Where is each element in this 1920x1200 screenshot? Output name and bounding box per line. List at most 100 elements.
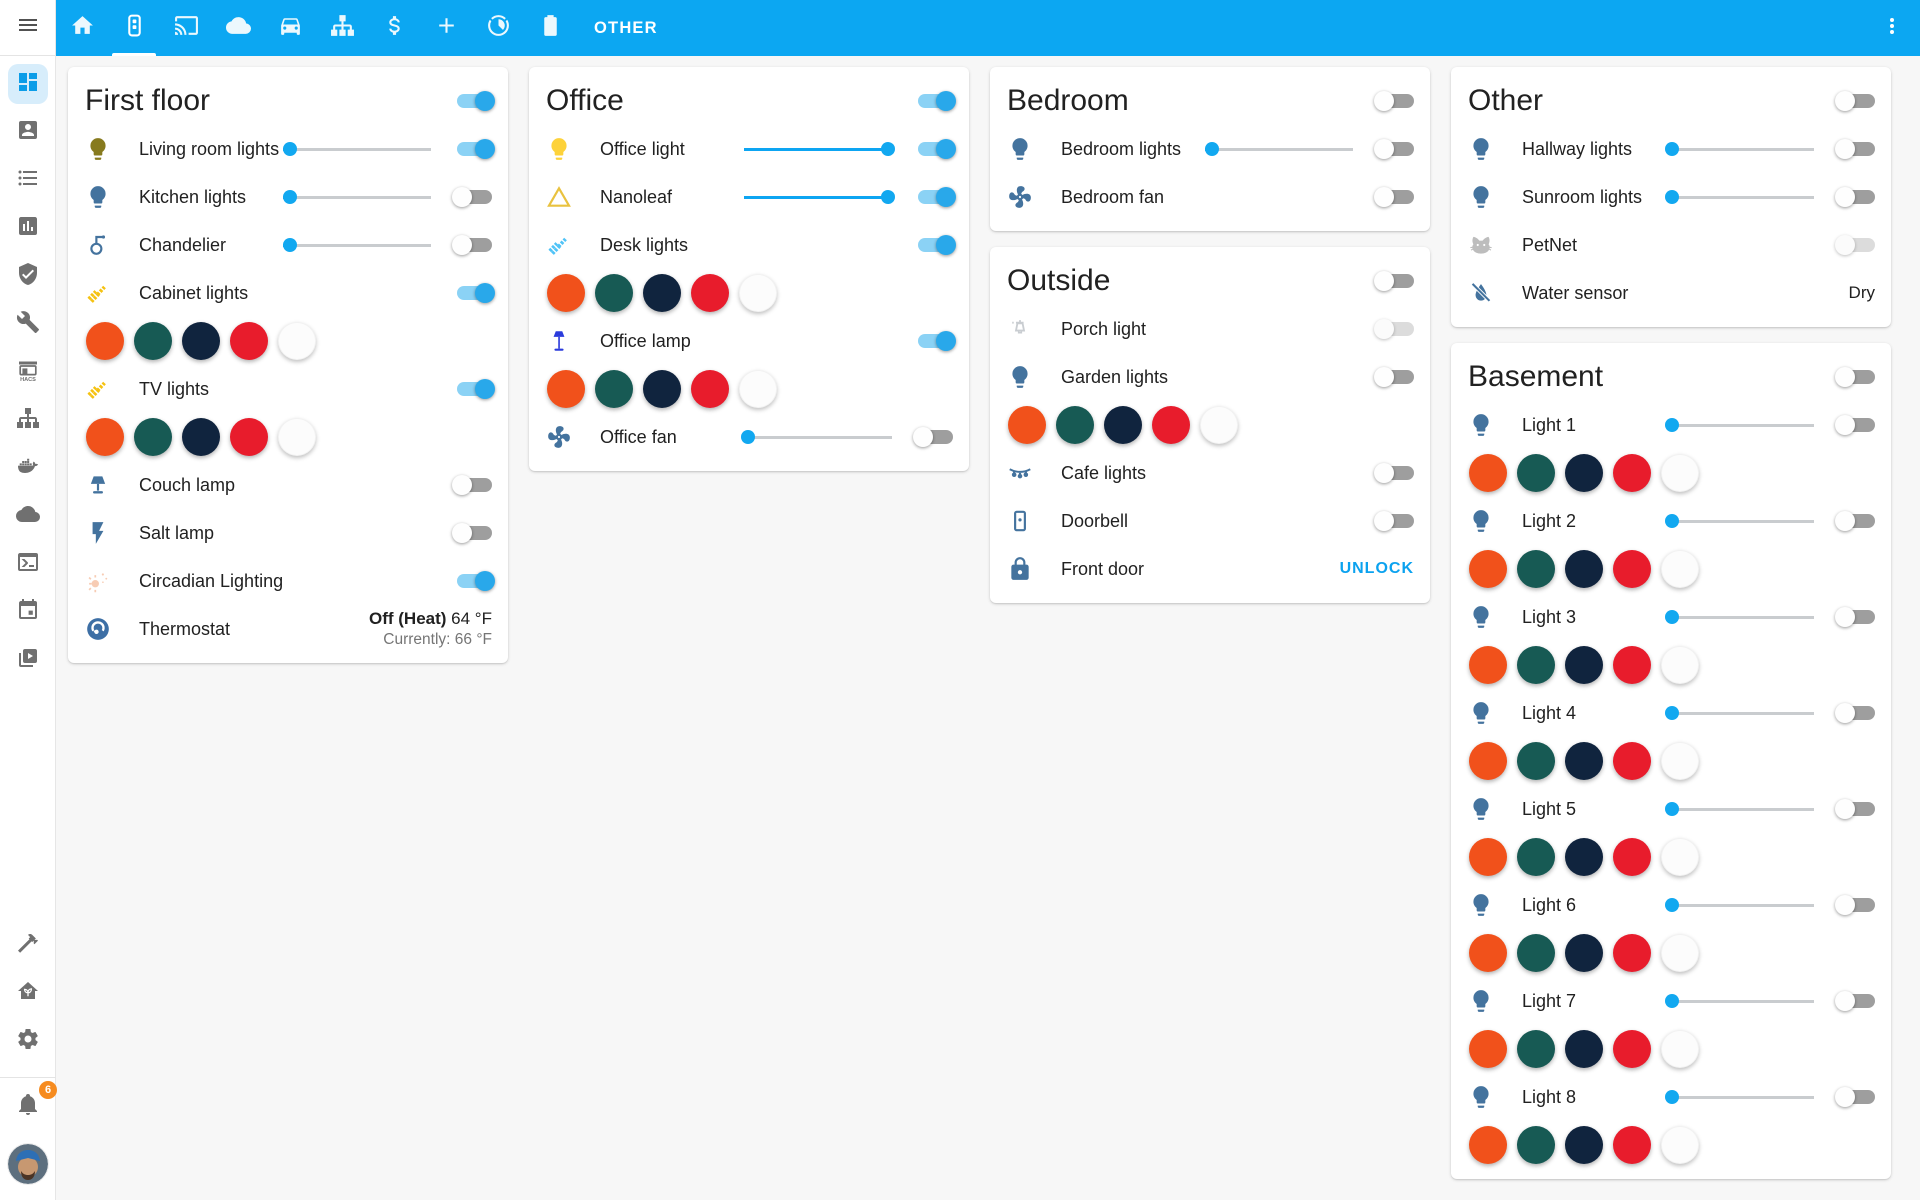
- tab-tablet-remote[interactable]: [108, 0, 160, 56]
- color-swatch-teal[interactable]: [1517, 454, 1555, 492]
- toggle-switch[interactable]: [916, 137, 953, 161]
- color-swatch-red[interactable]: [1152, 406, 1190, 444]
- toggle-switch[interactable]: [455, 137, 492, 161]
- color-swatch-white[interactable]: [1661, 934, 1699, 972]
- color-swatch-navy[interactable]: [1565, 1030, 1603, 1068]
- toggle-switch[interactable]: [1838, 1085, 1875, 1109]
- color-swatch-teal[interactable]: [595, 370, 633, 408]
- sidebar-item-media[interactable]: [8, 640, 48, 680]
- toggle-switch[interactable]: [1838, 233, 1875, 257]
- brightness-slider[interactable]: [1666, 603, 1814, 631]
- brightness-slider[interactable]: [283, 135, 431, 163]
- entity-name[interactable]: TV lights: [139, 379, 455, 400]
- color-swatch-navy[interactable]: [182, 322, 220, 360]
- notifications-button[interactable]: 6: [8, 1086, 48, 1126]
- slider-knob[interactable]: [1665, 1090, 1679, 1104]
- color-swatch-orange[interactable]: [1469, 1030, 1507, 1068]
- sidebar-item-configuration[interactable]: [8, 304, 48, 344]
- color-swatch-red[interactable]: [1613, 934, 1651, 972]
- entity-name[interactable]: Sunroom lights: [1522, 187, 1666, 208]
- color-swatch-orange[interactable]: [1469, 454, 1507, 492]
- entity-name[interactable]: Front door: [1061, 559, 1340, 580]
- sidebar-item-dashboard[interactable]: [8, 64, 48, 104]
- brightness-slider[interactable]: [1666, 1083, 1814, 1111]
- entity-name[interactable]: Water sensor: [1522, 283, 1849, 304]
- color-swatch-teal[interactable]: [1517, 742, 1555, 780]
- sidebar-item-network[interactable]: [8, 400, 48, 440]
- tab-sitemap[interactable]: [316, 0, 368, 56]
- toggle-switch[interactable]: [455, 281, 492, 305]
- slider-knob[interactable]: [1665, 514, 1679, 528]
- color-swatch-white[interactable]: [1661, 550, 1699, 588]
- toggle-switch[interactable]: [1377, 185, 1414, 209]
- toggle-switch[interactable]: [455, 521, 492, 545]
- entity-name[interactable]: Office fan: [600, 427, 744, 448]
- card-toggle[interactable]: [1377, 269, 1414, 293]
- tab-cloud[interactable]: [212, 0, 264, 56]
- color-swatch-orange[interactable]: [86, 322, 124, 360]
- color-swatch-navy[interactable]: [1565, 838, 1603, 876]
- color-swatch-white[interactable]: [739, 370, 777, 408]
- color-swatch-navy[interactable]: [1565, 742, 1603, 780]
- entity-name[interactable]: Light 8: [1522, 1087, 1666, 1108]
- color-swatch-red[interactable]: [230, 418, 268, 456]
- color-swatch-teal[interactable]: [1056, 406, 1094, 444]
- toggle-switch[interactable]: [1377, 461, 1414, 485]
- card-toggle[interactable]: [1838, 89, 1875, 113]
- entity-name[interactable]: Couch lamp: [139, 475, 455, 496]
- entity-name[interactable]: Light 2: [1522, 511, 1666, 532]
- card-toggle[interactable]: [916, 89, 953, 113]
- sidebar-menu-button[interactable]: [0, 0, 55, 56]
- entity-name[interactable]: Hallway lights: [1522, 139, 1666, 160]
- color-swatch-red[interactable]: [1613, 646, 1651, 684]
- card-toggle[interactable]: [455, 89, 492, 113]
- slider-knob[interactable]: [1665, 802, 1679, 816]
- brightness-slider[interactable]: [744, 423, 892, 451]
- color-swatch-navy[interactable]: [1565, 1126, 1603, 1164]
- unlock-button[interactable]: UNLOCK: [1340, 560, 1414, 578]
- color-swatch-white[interactable]: [1661, 454, 1699, 492]
- entity-name[interactable]: Living room lights: [139, 139, 283, 160]
- sidebar-item-logbook[interactable]: [8, 160, 48, 200]
- color-swatch-red[interactable]: [1613, 1030, 1651, 1068]
- sidebar-item-history[interactable]: [8, 208, 48, 248]
- color-swatch-orange[interactable]: [1469, 646, 1507, 684]
- entity-name[interactable]: PetNet: [1522, 235, 1838, 256]
- slider-knob[interactable]: [1665, 142, 1679, 156]
- color-swatch-red[interactable]: [691, 274, 729, 312]
- card-toggle[interactable]: [1838, 365, 1875, 389]
- color-swatch-red[interactable]: [1613, 454, 1651, 492]
- entity-name[interactable]: Office light: [600, 139, 744, 160]
- color-swatch-teal[interactable]: [1517, 550, 1555, 588]
- entity-name[interactable]: Circadian Lighting: [139, 571, 455, 592]
- color-swatch-red[interactable]: [1613, 742, 1651, 780]
- slider-knob[interactable]: [283, 238, 297, 252]
- color-swatch-white[interactable]: [1661, 838, 1699, 876]
- sidebar-item-account[interactable]: [8, 112, 48, 152]
- brightness-slider[interactable]: [1666, 891, 1814, 919]
- toggle-switch[interactable]: [1838, 185, 1875, 209]
- slider-knob[interactable]: [1665, 706, 1679, 720]
- toggle-switch[interactable]: [916, 233, 953, 257]
- slider-knob[interactable]: [741, 430, 755, 444]
- color-swatch-orange[interactable]: [1469, 838, 1507, 876]
- entity-name[interactable]: Light 5: [1522, 799, 1666, 820]
- entity-name[interactable]: Light 6: [1522, 895, 1666, 916]
- entity-name[interactable]: Thermostat: [139, 619, 369, 640]
- entity-name[interactable]: Doorbell: [1061, 511, 1377, 532]
- sidebar-item-developer-tools[interactable]: [8, 925, 48, 965]
- color-swatch-teal[interactable]: [1517, 1126, 1555, 1164]
- slider-knob[interactable]: [881, 142, 895, 156]
- toggle-switch[interactable]: [455, 185, 492, 209]
- color-swatch-red[interactable]: [691, 370, 729, 408]
- color-swatch-orange[interactable]: [1469, 550, 1507, 588]
- sidebar-item-cloud[interactable]: [8, 496, 48, 536]
- color-swatch-teal[interactable]: [1517, 838, 1555, 876]
- user-avatar[interactable]: [8, 1144, 48, 1184]
- color-swatch-orange[interactable]: [1008, 406, 1046, 444]
- color-swatch-white[interactable]: [1661, 742, 1699, 780]
- entity-name[interactable]: Porch light: [1061, 319, 1377, 340]
- brightness-slider[interactable]: [1666, 135, 1814, 163]
- tab-home[interactable]: [56, 0, 108, 56]
- color-swatch-navy[interactable]: [1565, 550, 1603, 588]
